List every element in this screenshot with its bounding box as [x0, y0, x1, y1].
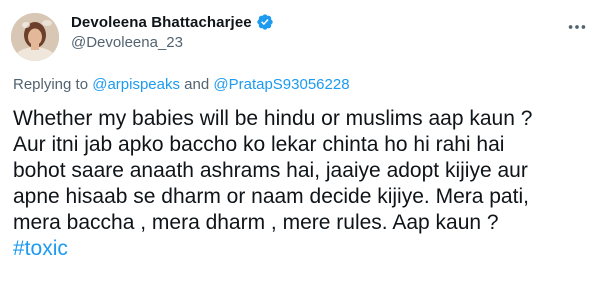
author-display-name[interactable]: Devoleena Bhattacharjee: [71, 14, 252, 31]
author-handle[interactable]: @Devoleena_23: [71, 34, 183, 51]
tweet-card: Devoleena Bhattacharjee @Devoleena_23 Re…: [0, 0, 604, 281]
verified-badge-icon: [256, 13, 274, 31]
hashtag-link[interactable]: #toxic: [13, 236, 68, 262]
replying-to-line: Replying to @arpispeaks and @PratapS9305…: [13, 76, 350, 93]
avatar[interactable]: [11, 13, 59, 61]
avatar-image: [11, 13, 59, 61]
replying-to-prefix: Replying to: [13, 76, 93, 93]
tweet-text: Whether my babies will be hindu or musli…: [13, 107, 533, 234]
author-name-row: Devoleena Bhattacharjee: [71, 12, 274, 32]
replying-to-conjunction: and: [180, 76, 214, 93]
mention-link-pratap[interactable]: @PratapS93056228: [213, 76, 349, 93]
mention-link-arpispeaks[interactable]: @arpispeaks: [92, 76, 180, 93]
more-options-icon[interactable]: [566, 16, 588, 38]
